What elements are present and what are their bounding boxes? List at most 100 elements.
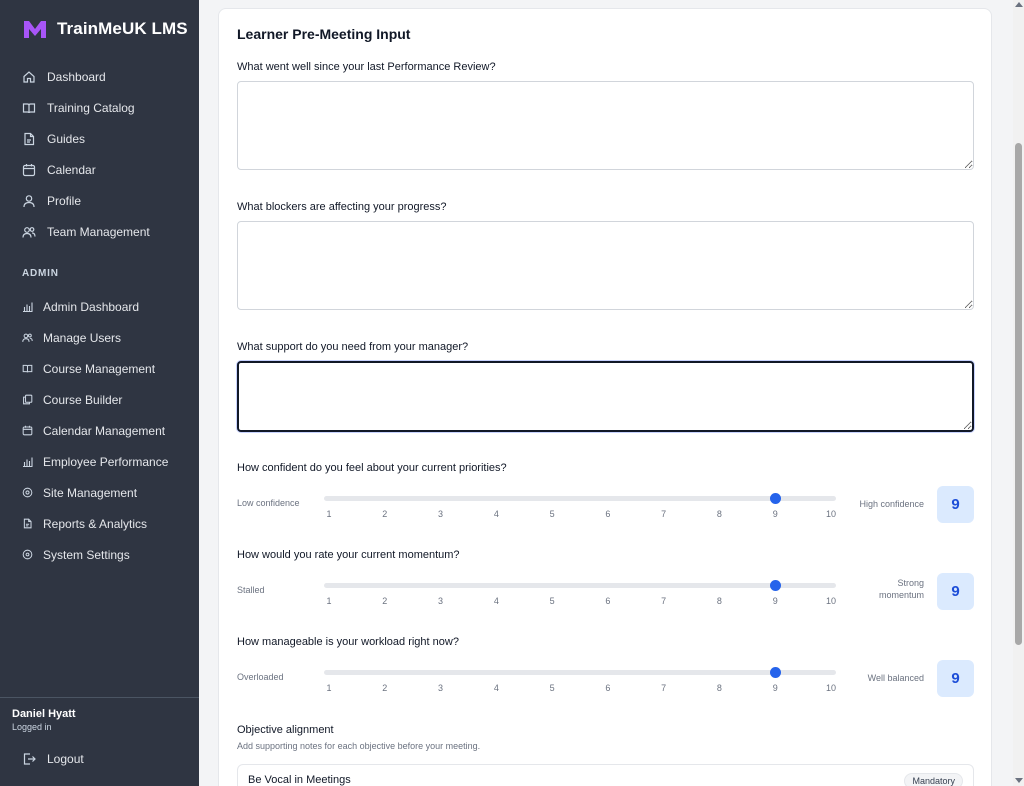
nav-item-employee-performance[interactable]: Employee Performance [0,446,199,477]
slider-tick-label: 7 [661,683,667,693]
nav-item-calendar[interactable]: Calendar [0,154,199,185]
nav-item-guides[interactable]: Guides [0,123,199,154]
slider-tick-label: 3 [438,683,444,693]
nav-item-admin-dashboard[interactable]: Admin Dashboard [0,291,199,322]
scrollbar-thumb[interactable] [1015,143,1022,645]
slider-tick-label: 8 [716,596,722,606]
page-scrollbar[interactable] [1013,0,1024,786]
user-icon [22,194,36,208]
question-label-blockers: What blockers are affecting your progres… [237,201,447,213]
slider-row-workload: Overloaded 1 2 3 4 5 6 7 8 9 10 Well balanced 9 [237,660,974,698]
nav-item-training-catalog[interactable]: Training Catalog [0,92,199,123]
slider-tick-label: 1 [326,509,332,519]
calendar-icon [22,425,33,436]
confidence-slider-thumb[interactable] [770,493,782,504]
bar-chart-icon [22,301,33,312]
nav-label: Calendar Management [43,423,166,438]
slider-tick-label: 1 [326,683,332,693]
slider-tick-label: 9 [772,509,778,519]
admin-section-heading: ADMIN [22,268,59,279]
nav-label: Admin Dashboard [43,299,140,314]
brand[interactable]: TrainMeUK LMS [22,18,188,40]
slider-tick-label: 5 [549,683,555,693]
nav-label: Training Catalog [47,100,135,115]
nav-item-calendar-management[interactable]: Calendar Management [0,415,199,446]
slider-value-badge: 9 [937,660,974,697]
question-label-went-well: What went well since your last Performan… [237,61,496,73]
admin-nav: Admin Dashboard Manage Users Course Mana… [0,291,199,570]
nav-label: Manage Users [43,330,122,345]
slider-tick-label: 6 [605,509,611,519]
scroll-down-arrow-icon[interactable] [1015,778,1023,783]
nav-label: Reports & Analytics [43,516,148,531]
slider-tick-label: 5 [549,596,555,606]
slider-label-workload: How manageable is your workload right no… [237,636,459,648]
slider-tick-label: 9 [772,596,778,606]
nav-label: Profile [47,193,82,208]
slider-tick-label: 10 [825,683,837,693]
document-icon [22,132,36,146]
book-icon [22,101,36,115]
objective-card[interactable]: Be Vocal in Meetings Mandatory [237,764,974,786]
slider-tick-label: 8 [716,509,722,519]
momentum-slider-thumb[interactable] [770,580,782,591]
confidence-slider-track[interactable] [324,493,836,504]
slider-ticks: 1 2 3 4 5 6 7 8 9 10 [324,596,836,608]
slider-label-confidence: How confident do you feel about your cur… [237,462,507,474]
slider-tick-label: 4 [493,683,499,693]
slider-min-label: Overloaded [237,672,284,682]
logout-button[interactable]: Logout [22,752,84,766]
nav-label: Course Management [43,361,156,376]
users-icon [22,225,36,239]
slider-max-label: Strong momentum [878,578,924,600]
brand-logo-icon [24,21,46,38]
slider-tick-label: 8 [716,683,722,693]
calendar-icon [22,163,36,177]
nav-item-site-management[interactable]: Site Management [0,477,199,508]
scroll-up-arrow-icon[interactable] [1015,2,1023,7]
user-status: Logged in [12,722,52,732]
slider-max-label: Well balanced [867,673,924,683]
nav-item-course-management[interactable]: Course Management [0,353,199,384]
nav-label: Guides [47,131,86,146]
workload-slider-track[interactable] [324,667,836,678]
support-textarea[interactable] [237,361,974,432]
slider-tick-label: 7 [661,509,667,519]
copy-icon [22,394,33,405]
blockers-textarea[interactable] [237,221,974,310]
location-icon [22,487,33,498]
logout-icon [22,752,36,766]
nav-label: Course Builder [43,392,123,407]
users-icon [22,332,33,343]
slider-tick-label: 2 [382,683,388,693]
nav-item-course-builder[interactable]: Course Builder [0,384,199,415]
nav-item-reports-analytics[interactable]: Reports & Analytics [0,508,199,539]
workload-slider-thumb[interactable] [770,667,782,678]
slider-tick-label: 6 [605,596,611,606]
nav-item-dashboard[interactable]: Dashboard [0,61,199,92]
slider-row-momentum: Stalled 1 2 3 4 5 6 7 8 9 10 Strong momentum 9 [237,573,974,611]
slider-ticks: 1 2 3 4 5 6 7 8 9 10 [324,683,836,695]
slider-tick-label: 7 [661,596,667,606]
nav-item-system-settings[interactable]: System Settings [0,539,199,570]
nav-item-profile[interactable]: Profile [0,185,199,216]
objectives-subtitle: Add supporting notes for each objective … [237,741,481,751]
main-nav: Dashboard Training Catalog Guides Calend… [0,61,199,247]
section-title: Learner Pre-Meeting Input [237,26,411,42]
brand-name: TrainMeUK LMS [57,19,188,38]
slider-ticks: 1 2 3 4 5 6 7 8 9 10 [324,509,836,521]
went-well-textarea[interactable] [237,81,974,170]
question-label-support: What support do you need from your manag… [237,341,469,353]
nav-item-manage-users[interactable]: Manage Users [0,322,199,353]
slider-tick-label: 2 [382,509,388,519]
slider-value-badge: 9 [937,486,974,523]
nav-label: Site Management [43,485,138,500]
objectives-title: Objective alignment [237,724,334,736]
nav-label: Employee Performance [43,454,169,469]
slider-tick-label: 4 [493,596,499,606]
momentum-slider-track[interactable] [324,580,836,591]
nav-item-team-management[interactable]: Team Management [0,216,199,247]
user-name: Daniel Hyatt [12,708,76,720]
sidebar-divider [0,697,199,698]
nav-label: Dashboard [47,69,106,84]
